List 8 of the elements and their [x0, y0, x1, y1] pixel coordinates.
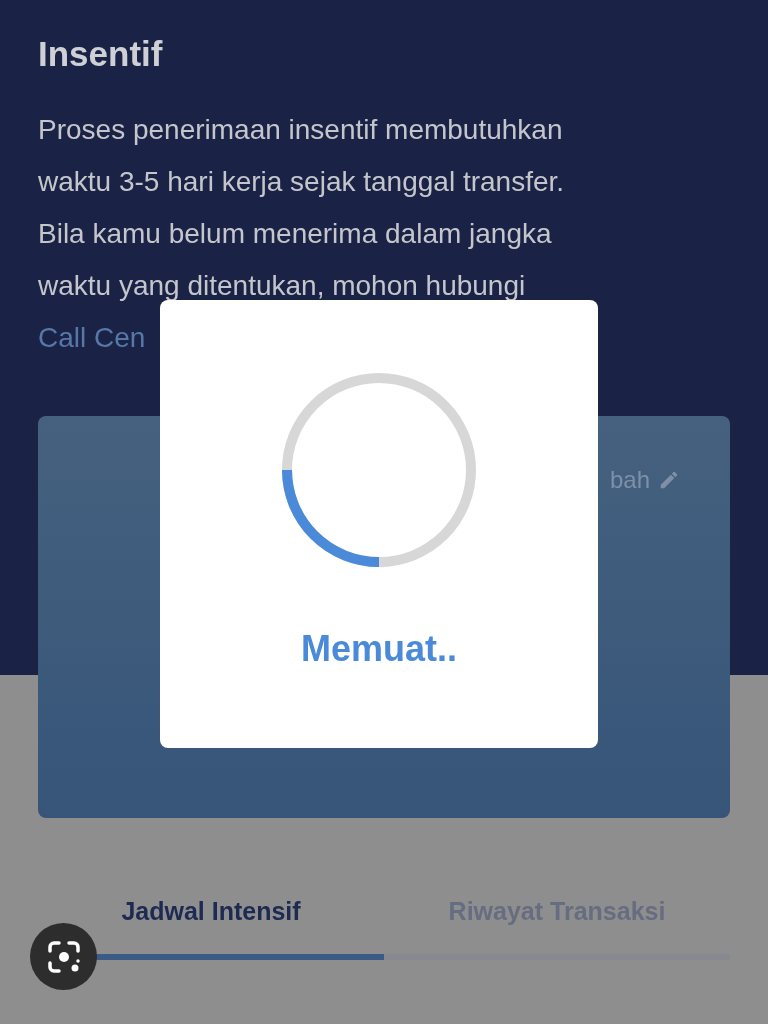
edit-button[interactable]: bah [609, 462, 680, 498]
camera-search-icon [45, 938, 82, 975]
loading-message: Memuat.. [301, 627, 457, 671]
tab[interactable]: Jadwal Intensif [121, 893, 301, 931]
call-center-link[interactable]: Call Cen [38, 322, 146, 353]
page-title: Insentif [38, 33, 163, 75]
pencil-icon [658, 469, 680, 491]
loading-spinner-icon [279, 370, 479, 570]
